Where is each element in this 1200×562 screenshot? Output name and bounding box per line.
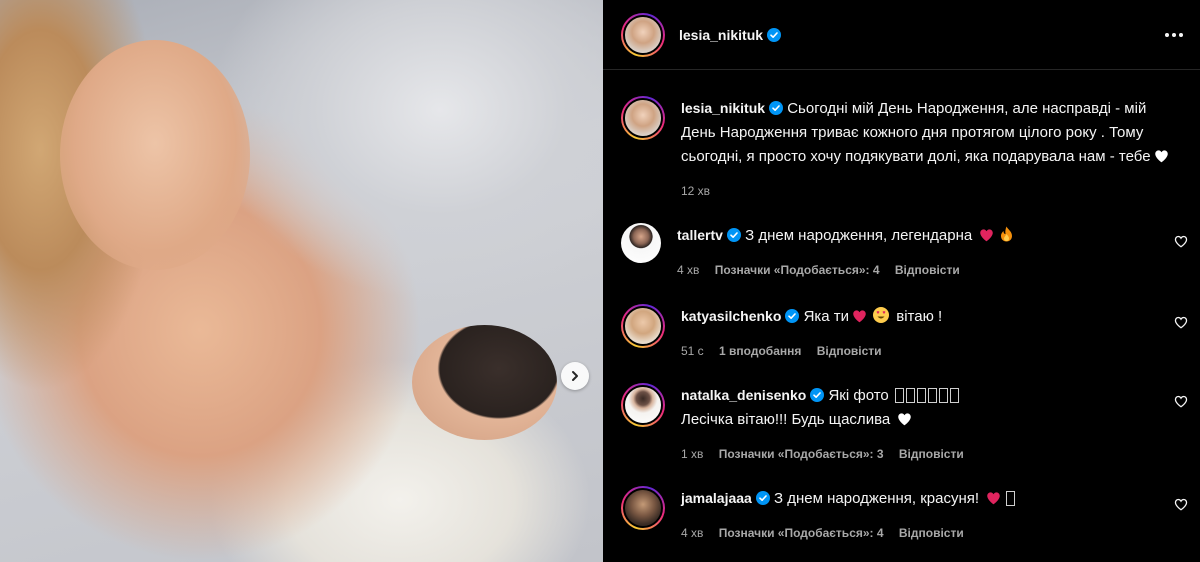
commenter-avatar[interactable] bbox=[621, 223, 661, 263]
fire-emoji-icon bbox=[1001, 226, 1013, 242]
comment-likes[interactable]: Позначки «Подобається»: 3 bbox=[719, 447, 884, 461]
comment-item: natalka_denisenko Які фото Лесічка вітаю… bbox=[603, 383, 1200, 466]
like-heart-icon[interactable] bbox=[1174, 316, 1188, 329]
unsupported-emoji-glyph bbox=[1006, 491, 1016, 506]
commenter-avatar[interactable] bbox=[621, 486, 665, 530]
reply-button[interactable]: Відповісти bbox=[817, 344, 882, 358]
comment-time: 4 хв bbox=[681, 526, 704, 540]
comment-text-line2: Лесічка вітаю!!! Будь щаслива bbox=[681, 411, 891, 428]
reply-button[interactable]: Відповісти bbox=[895, 263, 960, 277]
post-media bbox=[0, 0, 603, 562]
post-header: lesia_nikituk bbox=[603, 0, 1200, 70]
reply-button[interactable]: Відповісти bbox=[899, 526, 964, 540]
unsupported-emoji-glyphs bbox=[893, 387, 959, 404]
comment-likes[interactable]: Позначки «Подобається»: 4 bbox=[715, 263, 880, 277]
commenter-avatar[interactable] bbox=[621, 304, 665, 348]
post-panel: lesia_nikituk lesia_nikituk Сьогодні мій… bbox=[603, 0, 1200, 562]
verified-badge-icon bbox=[769, 101, 784, 115]
caption-time: 12 хв bbox=[681, 184, 711, 198]
verified-badge-icon bbox=[755, 491, 770, 505]
red-heart-emoji-icon bbox=[980, 229, 994, 242]
comment-text-after: вітаю ! bbox=[896, 308, 943, 325]
caption-username[interactable]: lesia_nikituk bbox=[681, 100, 765, 116]
like-heart-icon[interactable] bbox=[1174, 498, 1188, 511]
verified-badge-icon bbox=[785, 309, 800, 323]
comment-text: Яка ти bbox=[803, 308, 850, 325]
white-heart-emoji-icon bbox=[1154, 150, 1168, 163]
comment-likes[interactable]: 1 вподобання bbox=[719, 344, 801, 358]
commenter-avatar[interactable] bbox=[621, 383, 665, 427]
author-username[interactable]: lesia_nikituk bbox=[679, 27, 763, 43]
comment-item: tallertv З днем народження, легендарна 4… bbox=[603, 223, 1200, 282]
caption-avatar[interactable] bbox=[621, 96, 665, 140]
verified-badge-icon bbox=[726, 228, 741, 242]
red-heart-emoji-icon bbox=[853, 310, 866, 323]
comment-item: jamalajaaa З днем народження, красуня! 4… bbox=[603, 486, 1200, 545]
comment-time: 51 с bbox=[681, 344, 704, 358]
post-caption: lesia_nikituk Сьогодні мій День Народжен… bbox=[603, 70, 1200, 203]
more-options-icon[interactable] bbox=[1164, 32, 1184, 38]
comment-username[interactable]: natalka_denisenko bbox=[681, 387, 806, 403]
comment-item: katyasilchenko Яка ти вітаю ! 51 с 1 впо… bbox=[603, 304, 1200, 363]
comment-likes[interactable]: Позначки «Подобається»: 4 bbox=[719, 526, 884, 540]
reply-button[interactable]: Відповісти bbox=[899, 447, 964, 461]
comment-text: З днем народження, легендарна bbox=[745, 227, 973, 244]
like-heart-icon[interactable] bbox=[1174, 395, 1188, 408]
media-baby-shade bbox=[412, 325, 557, 440]
comment-time: 1 хв bbox=[681, 447, 704, 461]
next-image-button[interactable] bbox=[561, 362, 589, 390]
white-heart-emoji-icon bbox=[898, 413, 912, 426]
comment-text: Які фото bbox=[828, 387, 889, 404]
comment-username[interactable]: jamalajaaa bbox=[681, 490, 752, 506]
chevron-right-icon bbox=[572, 371, 578, 381]
comment-time: 4 хв bbox=[677, 263, 700, 277]
comment-username[interactable]: tallertv bbox=[677, 227, 723, 243]
verified-badge-icon bbox=[767, 27, 782, 42]
like-heart-icon[interactable] bbox=[1174, 235, 1188, 248]
red-heart-emoji-icon bbox=[987, 492, 1000, 505]
heart-eyes-emoji-icon bbox=[873, 307, 890, 323]
comment-username[interactable]: katyasilchenko bbox=[681, 308, 781, 324]
verified-badge-icon bbox=[810, 388, 825, 402]
media-face-shade bbox=[60, 40, 250, 270]
author-avatar[interactable] bbox=[621, 12, 665, 57]
comment-text: З днем народження, красуня! bbox=[774, 490, 980, 507]
